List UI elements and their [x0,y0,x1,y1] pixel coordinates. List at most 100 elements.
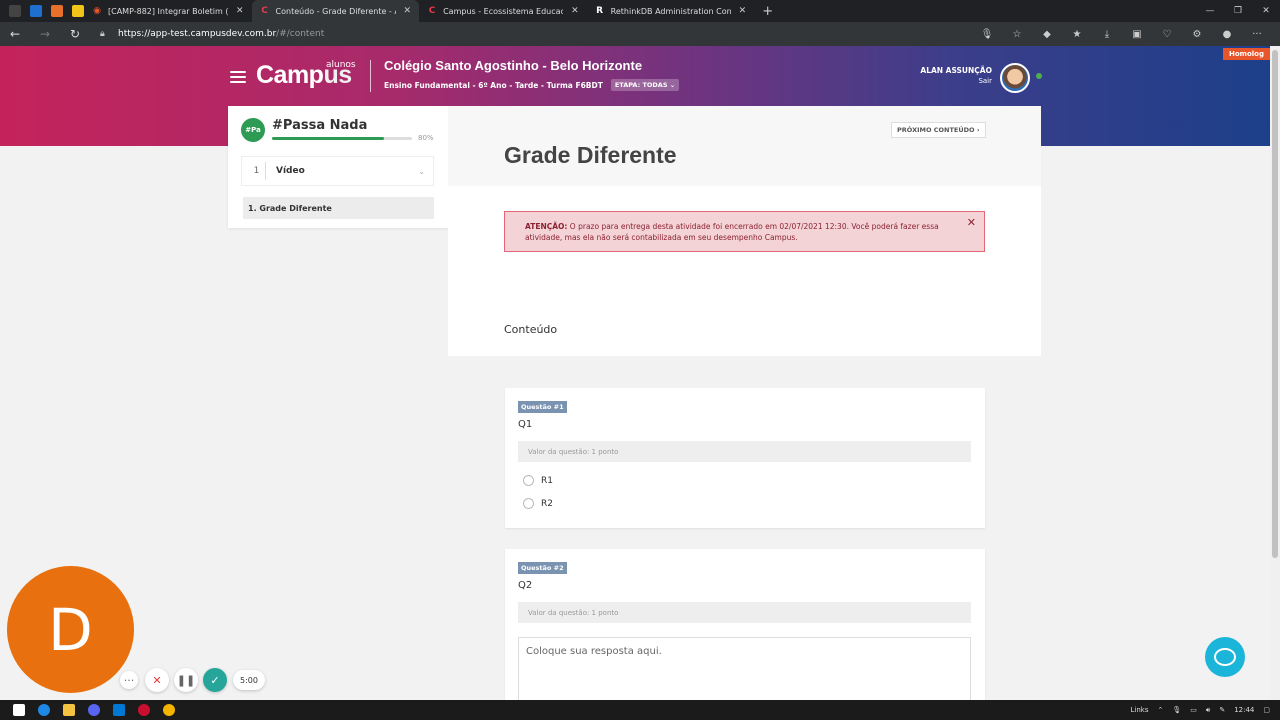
forward-icon[interactable]: → [30,27,60,41]
new-tab-icon[interactable]: + [762,4,773,19]
tab-title: RethinkDB Administration Conso [610,6,731,16]
browser-tab[interactable]: ◉ [CAMP-882] Integrar Boletim (já ✕ [84,0,252,22]
course-progress-label: 80% [418,134,434,142]
clock[interactable]: 12:44 [1234,706,1254,714]
chevron-down-icon: ⌄ [418,166,425,176]
chrome-icon[interactable] [163,704,175,716]
class-info: Ensino Fundamental - 6º Ano - Tarde - Tu… [384,79,680,91]
more-menu-icon[interactable]: ··· [1242,29,1272,40]
tab-title: Campus - Ecossistema Educacion [443,6,564,16]
etapa-dropdown[interactable]: ETAPA: TODAS ⌄ [610,79,680,91]
browser-toolbar: 🎙︎ ☆ ◆ ★ ⤓ ▣ ♡ ⚙︎ ● ··· [972,22,1272,46]
microphone-icon[interactable]: 🎙︎ [972,29,1002,40]
vscode-icon[interactable] [113,704,125,716]
minimize-icon[interactable]: — [1196,6,1224,16]
taskbar: Links ⌃ 🎙︎ ▭ 🔊︎ ✎ 12:44 ▢ [0,700,1280,720]
chevron-right-icon: › [976,126,980,134]
logo-subtitle: alunos [326,60,356,70]
answer-textarea[interactable]: Coloque sua resposta aqui. [518,637,971,707]
add-favorite-icon[interactable]: ☆ [1002,29,1032,40]
performance-icon[interactable]: ♡ [1152,29,1182,40]
hamburger-menu-icon[interactable] [230,71,246,86]
url-path: /#/content [276,29,325,39]
outlook-icon[interactable] [30,5,42,17]
chart-app-icon[interactable] [51,5,63,17]
extensions-icon[interactable]: ⚙︎ [1182,29,1212,40]
next-content-label: PRÓXIMO CONTEÚDO [897,126,975,134]
browser-tab-bar: ◉ [CAMP-882] Integrar Boletim (já ✕ C Co… [0,0,1280,22]
recorder-pause-button[interactable]: ❚❚ [174,668,198,692]
back-icon[interactable]: ← [0,27,30,41]
question-badge: Questão #1 [518,401,567,413]
close-tab-icon[interactable]: ✕ [404,6,412,16]
header-divider [370,60,371,92]
address-bar: ← → ↻ 🔒︎ https://app-test.campusdev.com.… [0,22,1280,46]
online-status-icon [1036,73,1042,79]
notifications-icon[interactable]: ▢ [1263,706,1270,714]
radio-button[interactable] [523,475,534,486]
content-section-label: Conteúdo [504,323,558,336]
profile-icon[interactable]: ● [1212,29,1242,40]
campus-c-icon: C [261,6,268,16]
discord-icon[interactable] [88,704,100,716]
favorites-icon[interactable]: ★ [1062,29,1092,40]
file-explorer-icon[interactable] [63,704,75,716]
recorder-timer: 5:00 [233,670,265,690]
opera-icon[interactable] [138,704,150,716]
question-value: Valor da questão: 1 ponto [518,441,971,462]
close-tab-icon[interactable]: ✕ [571,6,579,16]
recorder-cancel-button[interactable]: ✕ [145,668,169,692]
url-field[interactable]: 🔒︎ https://app-test.campusdev.com.br/#/c… [100,25,1020,43]
volume-icon[interactable]: 🔊︎ [1206,706,1210,715]
answer-option[interactable]: R2 [523,498,553,509]
maximize-icon[interactable]: ❐ [1224,6,1252,16]
edge-icon[interactable] [38,704,50,716]
close-window-icon[interactable]: ✕ [1252,6,1280,16]
browser-tab[interactable]: C Campus - Ecossistema Educacion ✕ [419,0,587,22]
etapa-label: ETAPA: TODAS [614,81,668,89]
links-toolbar[interactable]: Links [1131,706,1149,714]
course-progress-fill [272,137,384,140]
avatar[interactable] [1000,63,1030,93]
browser-tab[interactable]: R RethinkDB Administration Conso ✕ [587,0,755,22]
answer-option[interactable]: R1 [523,475,553,486]
microphone-icon[interactable]: 🎙︎ [1172,706,1181,714]
radio-button[interactable] [523,498,534,509]
extension-icon[interactable]: ◆ [1032,29,1062,40]
question-value: Valor da questão: 1 ponto [518,602,971,623]
recorder-avatar: D [7,566,134,693]
notes-icon[interactable] [72,5,84,17]
recorder-more-button[interactable]: ··· [120,671,138,689]
windows-start-icon[interactable] [13,704,25,716]
user-name: ALAN ASSUNÇÃO [920,66,992,75]
module-accordion[interactable]: 1 Vídeo ⌄ [241,156,434,186]
next-content-button[interactable]: PRÓXIMO CONTEÚDO › [891,122,986,138]
chevron-up-icon[interactable]: ⌃ [1158,706,1164,714]
download-icon[interactable]: ⤓ [1092,29,1122,40]
chat-button[interactable] [1205,637,1245,677]
pen-icon[interactable]: ✎ [1219,706,1225,714]
scrollbar[interactable] [1270,46,1280,700]
recorder-done-button[interactable]: ✓ [203,668,227,692]
user-info: ALAN ASSUNÇÃO Sair [900,66,992,85]
lock-icon: 🔒︎ [100,29,105,39]
course-badge: #Pa [241,118,265,142]
question-title: Q2 [518,580,533,591]
rethinkdb-r-icon: R [596,6,604,16]
sidebar-item-grade-diferente[interactable]: 1. Grade Diferente [243,197,434,219]
logout-link[interactable]: Sair [900,77,992,85]
option-label: R2 [541,498,553,509]
refresh-icon[interactable]: ↻ [60,27,90,41]
campus-c-icon: ◉ [93,6,101,16]
window-menu-icon[interactable] [9,5,21,17]
collections-icon[interactable]: ▣ [1122,29,1152,40]
close-icon[interactable]: ✕ [967,217,976,228]
tab-title: Conteúdo - Grade Diferente - A [275,6,396,16]
question-card: Questão #1 Q1 Valor da questão: 1 ponto … [505,388,985,528]
alert-strong: ATENÇÃO: [525,222,568,231]
network-icon[interactable]: ▭ [1190,706,1197,714]
close-tab-icon[interactable]: ✕ [236,6,244,16]
browser-tab-active[interactable]: C Conteúdo - Grade Diferente - A ✕ [251,0,420,22]
scrollbar-thumb[interactable] [1272,50,1278,558]
close-tab-icon[interactable]: ✕ [739,6,747,16]
